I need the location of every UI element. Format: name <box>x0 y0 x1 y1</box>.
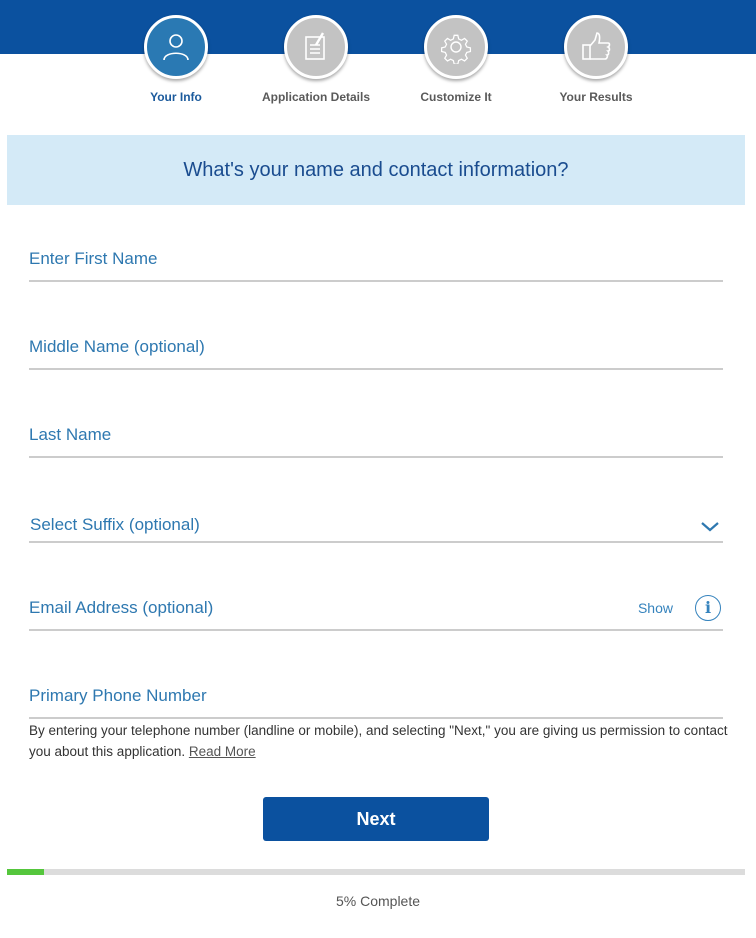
next-button[interactable]: Next <box>263 797 489 841</box>
document-edit-icon <box>305 32 325 60</box>
suffix-select[interactable]: Select Suffix (optional) <box>29 505 723 543</box>
step-circle <box>424 15 488 79</box>
show-email-toggle[interactable]: Show <box>638 600 673 616</box>
progress-bar <box>7 869 745 875</box>
progress-fill <box>7 869 44 875</box>
thumbs-up-icon <box>582 32 611 60</box>
middle-name-field[interactable]: Middle Name (optional) <box>29 328 727 370</box>
info-icon[interactable]: i <box>695 595 721 621</box>
step-label: Your Info <box>150 90 202 104</box>
page-title: What's your name and contact information… <box>183 158 569 181</box>
first-name-input[interactable] <box>29 240 727 282</box>
step-application-details[interactable]: Application Details <box>246 15 386 104</box>
middle-name-input[interactable] <box>29 328 727 370</box>
read-more-link[interactable]: Read More <box>189 744 256 759</box>
step-circle <box>144 15 208 79</box>
email-field[interactable]: Email Address (optional) Show i <box>29 589 723 631</box>
phone-disclaimer: By entering your telephone number (landl… <box>29 720 729 762</box>
person-icon <box>163 34 189 61</box>
step-circle <box>564 15 628 79</box>
progress-label: 5% Complete <box>335 893 421 909</box>
suffix-placeholder: Select Suffix (optional) <box>30 515 200 534</box>
question-banner: What's your name and contact information… <box>7 135 745 205</box>
gear-icon <box>440 34 472 64</box>
step-your-info[interactable]: Your Info <box>106 15 246 104</box>
first-name-field[interactable]: Enter First Name <box>29 240 727 282</box>
chevron-down-icon[interactable] <box>701 522 719 532</box>
email-input[interactable] <box>29 589 633 631</box>
disclaimer-text: By entering your telephone number (landl… <box>29 723 728 759</box>
step-label: Your Results <box>559 90 633 104</box>
phone-field[interactable]: Primary Phone Number <box>29 677 727 719</box>
phone-input[interactable] <box>29 677 727 719</box>
step-label: Customize It <box>420 90 492 104</box>
step-customize-it[interactable]: Customize It <box>386 15 526 104</box>
step-your-results[interactable]: Your Results <box>526 15 666 104</box>
last-name-input[interactable] <box>29 416 727 458</box>
step-label: Application Details <box>261 90 371 104</box>
last-name-field[interactable]: Last Name <box>29 416 727 458</box>
step-circle <box>284 15 348 79</box>
